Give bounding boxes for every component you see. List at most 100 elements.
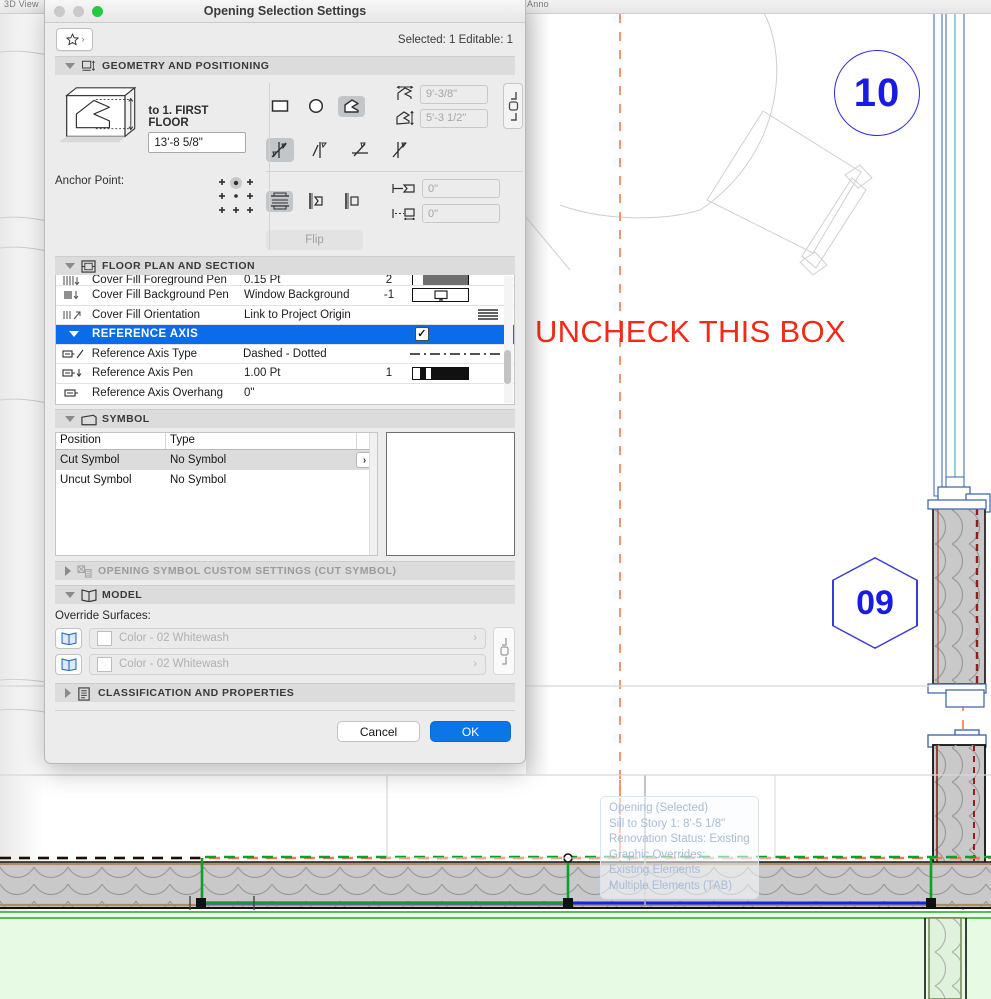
override-surface-row-2: Color - 02 Whitewash › <box>55 653 486 675</box>
dialog-title: Opening Selection Settings <box>203 4 367 18</box>
extrusion-inside-button[interactable] <box>302 191 329 212</box>
property-name: Cover Fill Foreground Pen <box>92 275 227 286</box>
offset-end-input[interactable]: 0" <box>422 204 500 223</box>
property-swatch[interactable] <box>412 288 514 303</box>
opening-isometric-preview-icon <box>58 86 137 143</box>
extrusion-both-button[interactable] <box>266 190 293 212</box>
extrusion-outside-icon <box>344 193 359 209</box>
property-swatch[interactable] <box>404 308 514 322</box>
section-header-model[interactable]: MODEL <box>55 585 515 604</box>
disclosure-triangle-icon[interactable] <box>56 331 92 338</box>
offset-end-icon <box>392 208 416 220</box>
disclosure-triangle-icon[interactable] <box>65 63 75 69</box>
link-surfaces-button[interactable] <box>493 627 515 675</box>
story-label: to 1. FIRST FLOOR <box>148 105 209 129</box>
section-header-geometry[interactable]: GEOMETRY AND POSITIONING <box>55 56 515 75</box>
dash-dot-line-preview <box>410 352 500 355</box>
tooltip-line-6: Multiple Elements (TAB) <box>609 879 733 892</box>
symbol-row-uncut[interactable]: Uncut Symbol No Symbol <box>56 470 377 490</box>
disclosure-triangle-icon[interactable] <box>65 263 75 269</box>
rectangular-opening-button[interactable] <box>266 96 293 117</box>
chevron-right-icon: › <box>81 34 85 44</box>
slant-horizontal-button[interactable] <box>306 138 334 162</box>
property-swatch[interactable] <box>410 350 514 358</box>
width-dimension-row: 9'-3/8" <box>396 84 488 104</box>
surface-name-2: Color - 02 Whitewash <box>119 658 229 670</box>
surface-color-swatch-1 <box>97 630 112 646</box>
section-header-floor-plan[interactable]: FLOOR PLAN AND SECTION <box>55 256 515 275</box>
width-input[interactable]: 9'-3/8" <box>420 84 488 104</box>
height-input[interactable]: 5'-3 1/2" <box>420 108 488 128</box>
disclosure-triangle-icon[interactable] <box>65 688 71 698</box>
ref-axis-overhang-icon <box>56 387 92 399</box>
table-row[interactable]: Cover Fill Foreground Pen 0.15 Pt 2 <box>56 275 514 286</box>
favorites-button[interactable]: › <box>56 28 93 51</box>
anchor-grid-icon[interactable] <box>215 176 257 216</box>
geometry-icon <box>81 60 96 73</box>
disclosure-triangle-icon[interactable] <box>65 416 75 422</box>
opening-selection-settings-dialog[interactable]: Opening Selection Settings › Selected: 1… <box>44 0 526 764</box>
link-surfaces-icon <box>499 638 509 665</box>
offset-start-input[interactable]: 0" <box>422 179 500 198</box>
surface-select-2[interactable]: Color - 02 Whitewash › <box>89 653 486 675</box>
offset-start-icon <box>392 184 415 193</box>
surface-select-1[interactable]: Color - 02 Whitewash › <box>89 627 486 649</box>
property-value: Window Background <box>244 289 350 302</box>
dialog-titlebar[interactable]: Opening Selection Settings <box>45 0 525 23</box>
slant-perpendicular-button[interactable] <box>346 138 374 162</box>
surface-toggle-button-2[interactable] <box>55 653 82 675</box>
link-dimensions-button[interactable] <box>503 83 523 129</box>
slant-vertical-button[interactable] <box>266 138 294 162</box>
symbol-icon <box>81 413 97 426</box>
property-pen-number: 2 <box>385 275 393 286</box>
property-swatch[interactable] <box>412 275 514 285</box>
anchor-point-grid[interactable] <box>215 176 257 221</box>
floor-plan-property-list[interactable]: Cover Fill Foreground Pen 0.15 Pt 2 Cove… <box>55 275 515 405</box>
slant-custom-button[interactable] <box>386 138 414 162</box>
symbol-table-scrollbar[interactable] <box>369 433 377 555</box>
section-header-opening-symbol-custom[interactable]: OPENING SYMBOL CUSTOM SETTINGS (CUT SYMB… <box>55 561 515 580</box>
table-row[interactable]: Reference Axis Type Dashed - Dotted <box>56 345 514 364</box>
property-list-scrollbar-thumb[interactable] <box>504 350 511 384</box>
disclosure-triangle-icon[interactable] <box>65 566 71 576</box>
property-name: Reference Axis Type <box>91 347 198 360</box>
circular-opening-button[interactable] <box>302 96 329 117</box>
symbol-type: No Symbol <box>170 474 227 486</box>
chevron-right-icon: › <box>473 658 477 670</box>
circular-opening-icon <box>308 98 323 114</box>
custom-opening-button[interactable] <box>338 95 365 117</box>
ok-button[interactable]: OK <box>430 721 511 742</box>
disclosure-triangle-icon[interactable] <box>65 592 75 598</box>
ref-axis-pen-icon <box>56 367 92 379</box>
table-row[interactable]: Reference Axis Overhang 0" <box>56 384 514 404</box>
property-list-scrollbar-track[interactable] <box>504 276 513 403</box>
elevation-input[interactable]: 13'-8 5/8" <box>148 132 247 153</box>
extrusion-outside-button[interactable] <box>338 191 365 212</box>
star-icon <box>65 33 79 46</box>
section-title-geometry: GEOMETRY AND POSITIONING <box>102 60 270 72</box>
property-swatch[interactable] <box>412 366 514 380</box>
symbol-table[interactable]: Position Type Cut Symbol No Symbol › Unc… <box>55 432 378 556</box>
screen-icon <box>412 288 469 303</box>
reference-axis-checkbox[interactable]: ✓ <box>415 327 429 342</box>
property-value: 0" <box>244 387 255 400</box>
drawing-marker-circle[interactable]: 10 <box>834 50 920 136</box>
height-dimension-row: 5'-3 1/2" <box>396 108 488 128</box>
cancel-button[interactable]: Cancel <box>337 721 420 742</box>
model-icon <box>81 588 97 602</box>
symbol-row-cut[interactable]: Cut Symbol No Symbol › <box>56 450 377 470</box>
surface-toggle-button-1[interactable] <box>55 627 82 649</box>
section-header-symbol[interactable]: SYMBOL <box>55 409 515 428</box>
property-pen-number: -1 <box>383 289 395 302</box>
drawing-marker-hexagon[interactable]: 09 <box>832 557 918 649</box>
table-row[interactable]: Reference Axis Pen 1.00 Pt 1 <box>56 364 514 384</box>
symbol-type: No Symbol <box>170 454 227 466</box>
table-row[interactable]: Cover Fill Orientation Link to Project O… <box>56 306 514 325</box>
property-name: Reference Axis Overhang <box>92 387 224 400</box>
dimension-fields: 9'-3/8" 5'-3 1/2" <box>396 84 488 128</box>
table-row[interactable]: Cover Fill Background Pen Window Backgro… <box>56 286 514 306</box>
section-header-classification[interactable]: CLASSIFICATION AND PROPERTIES <box>55 683 515 702</box>
flip-button[interactable]: Flip <box>266 230 363 250</box>
table-row-reference-axis[interactable]: REFERENCE AXIS ✓ <box>56 325 514 345</box>
reference-axis-checkbox-cell[interactable]: ✓ <box>392 327 452 342</box>
